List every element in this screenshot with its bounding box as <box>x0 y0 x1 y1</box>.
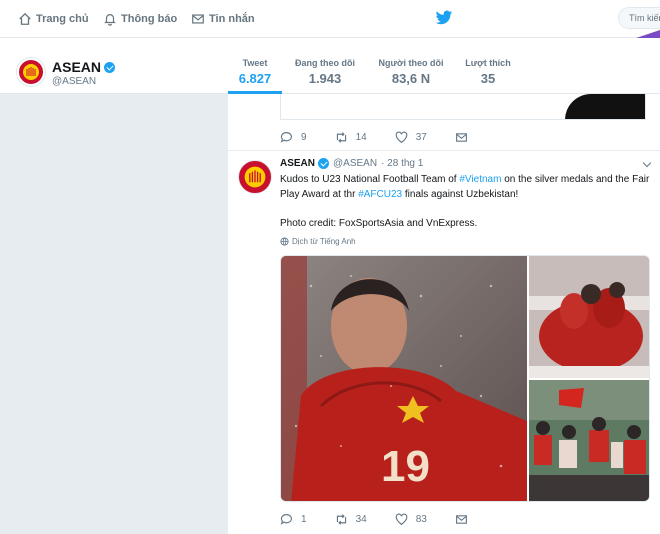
like-button[interactable]: 83 <box>395 513 427 526</box>
reply-count: 1 <box>301 514 307 525</box>
envelope-icon <box>455 133 467 142</box>
profile-name[interactable]: ASEAN <box>52 59 116 75</box>
profile-avatar[interactable] <box>17 58 45 86</box>
tweet-header: ASEAN @ASEAN · 28 thg 1 <box>280 158 423 169</box>
previous-media-dark-shape <box>565 94 645 119</box>
verified-badge-icon <box>104 61 116 73</box>
reply-icon <box>280 514 292 525</box>
top-navigation-bar: Trang chủ Thông báo Tin nhắn Tìm kiếm <box>0 0 660 40</box>
asean-logo-icon <box>244 166 266 188</box>
stat-likes[interactable]: Lượt thích 35 <box>462 58 514 86</box>
profile-name-text: ASEAN <box>52 59 102 75</box>
stat-following-label: Đang theo dõi <box>295 58 355 68</box>
team-huddle-illustration <box>529 256 649 378</box>
like-button[interactable]: 37 <box>395 131 427 144</box>
retweet-button[interactable]: 14 <box>335 131 367 144</box>
translate-link[interactable]: Dịch từ Tiếng Anh <box>280 237 356 246</box>
translate-label: Dịch từ Tiếng Anh <box>292 237 356 246</box>
nav-messages-label: Tin nhắn <box>209 13 255 25</box>
verified-badge-icon <box>318 158 330 169</box>
stat-tweets-value: 6.827 <box>238 71 272 86</box>
stat-followers-value: 83,6 N <box>391 71 431 86</box>
like-count: 37 <box>415 132 427 143</box>
previous-tweet-actions: 9 14 37 <box>280 131 504 144</box>
stat-tweets[interactable]: Tweet 6.827 <box>228 58 282 94</box>
asean-logo-icon <box>23 64 39 80</box>
stat-followers-label: Người theo dõi <box>378 58 444 68</box>
home-icon <box>19 12 31 25</box>
hashtag-afcu23[interactable]: #AFCU23 <box>358 189 402 200</box>
retweet-count: 34 <box>355 514 367 525</box>
search-input[interactable]: Tìm kiếm <box>618 7 660 29</box>
tweet-author-avatar[interactable] <box>238 160 272 194</box>
heart-icon <box>395 513 408 526</box>
photo-credit: Photo credit: FoxSportsAsia and VnExpres… <box>280 217 478 229</box>
retweet-icon <box>336 132 346 143</box>
message-button[interactable] <box>455 513 476 526</box>
tweet-author-handle[interactable]: @ASEAN <box>333 158 377 169</box>
envelope-icon <box>192 14 204 24</box>
stat-tweets-label: Tweet <box>242 58 268 68</box>
stat-likes-label: Lượt thích <box>465 58 511 68</box>
stat-followers[interactable]: Người theo dõi 83,6 N <box>375 58 447 86</box>
media-photo-team-huddle[interactable] <box>529 256 649 378</box>
tweet-text: Kudos to U23 National Football Team of #… <box>280 173 652 246</box>
media-photo-fans-celebrating[interactable] <box>529 380 649 501</box>
like-count: 83 <box>415 514 427 525</box>
nav-home[interactable]: Trang chủ <box>18 0 89 38</box>
media-photo-player-celebrating[interactable]: 19 <box>281 256 527 501</box>
stat-likes-value: 35 <box>480 71 496 86</box>
tweet-actions: 1 34 83 <box>280 513 504 526</box>
tweet-date[interactable]: · 28 thg 1 <box>381 158 423 169</box>
nav-notifications-label: Thông báo <box>121 13 178 25</box>
hashtag-vietnam[interactable]: #Vietnam <box>459 174 501 185</box>
jersey-number: 19 <box>381 442 430 491</box>
profile-header-bar: ASEAN @ASEAN Tweet 6.827 Đang theo dõi 1… <box>0 38 660 94</box>
stat-following-value: 1.943 <box>308 71 342 86</box>
reply-button[interactable]: 1 <box>280 513 307 526</box>
nav-home-label: Trang chủ <box>36 13 89 25</box>
previous-tweet-media[interactable] <box>280 94 646 120</box>
tweet-text-part-3: finals against Uzbekistan! <box>402 188 519 200</box>
retweet-icon <box>336 514 346 525</box>
profile-handle: @ASEAN <box>52 76 97 87</box>
tweet-text-part-1: Kudos to U23 National Football Team of <box>280 174 460 185</box>
retweet-button[interactable]: 34 <box>335 513 367 526</box>
player-photo-illustration: 19 <box>281 256 527 501</box>
tweet-divider <box>228 150 660 151</box>
message-button[interactable] <box>455 131 476 144</box>
envelope-icon <box>455 515 467 524</box>
reply-icon <box>280 132 292 143</box>
tweet-more-chevron-down-icon[interactable] <box>642 158 652 168</box>
fans-illustration <box>529 380 649 501</box>
reply-button[interactable]: 9 <box>280 131 307 144</box>
stat-following[interactable]: Đang theo dõi 1.943 <box>290 58 360 86</box>
nav-notifications[interactable]: Thông báo <box>103 0 177 38</box>
globe-icon <box>280 237 289 246</box>
heart-icon <box>395 131 408 144</box>
retweet-count: 14 <box>355 132 367 143</box>
reply-count: 9 <box>301 132 307 143</box>
tweet-author-name[interactable]: ASEAN <box>280 158 315 169</box>
nav-messages[interactable]: Tin nhắn <box>191 0 255 38</box>
tweet-timeline: 9 14 37 ASEAN @ASEAN · 28 thg 1 Kudos to… <box>228 94 660 534</box>
twitter-bird-icon[interactable] <box>435 10 453 26</box>
tweet-media-grid: 19 <box>280 255 650 502</box>
bell-icon <box>104 14 116 26</box>
